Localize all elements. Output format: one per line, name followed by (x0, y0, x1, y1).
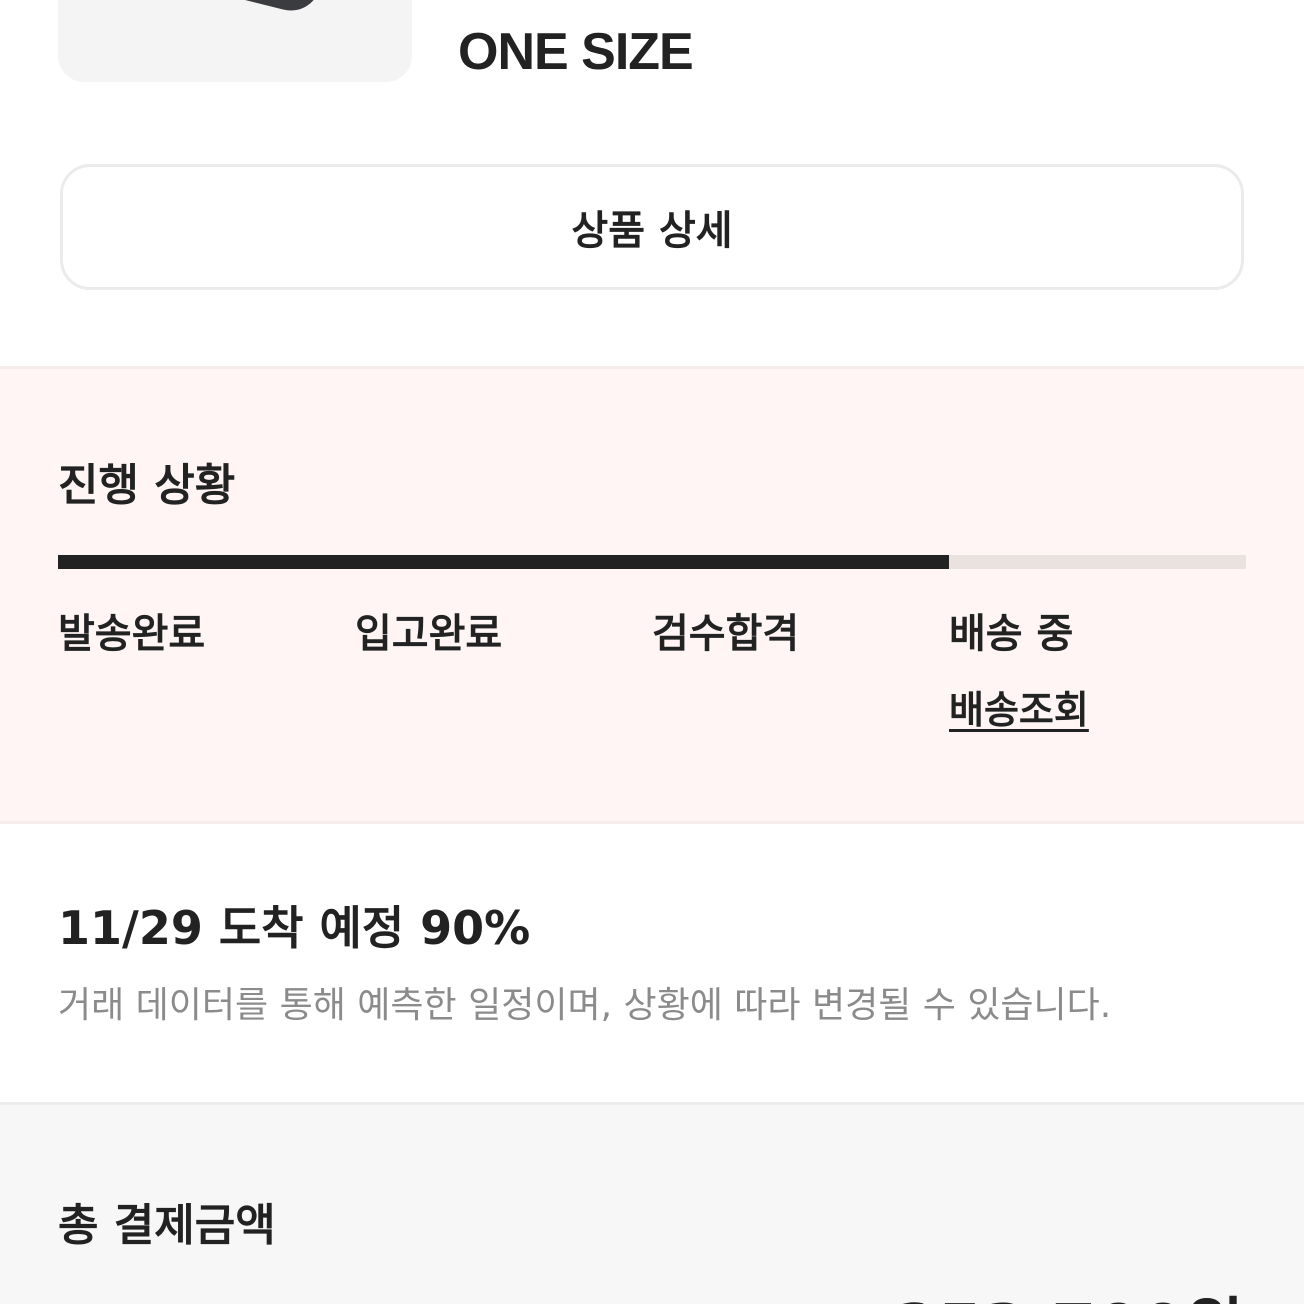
step-inspected: 검수합격 (652, 601, 799, 659)
step-label: 발송완료 (58, 611, 206, 657)
eta-headline: 11/29 도착 예정 90% (58, 901, 531, 955)
track-shipment-link[interactable]: 배송조회 (949, 679, 1089, 734)
product-image[interactable] (58, 0, 412, 82)
progress-bar-fill (58, 555, 949, 569)
step-received: 입고완료 (355, 601, 502, 659)
progress-title: 진행 상황 (58, 460, 236, 511)
progress-bar (58, 555, 1246, 569)
step-shipped: 발송완료 (58, 601, 205, 659)
progress-section: 진행 상황 발송완료 입고완료 검수합격 배송 중 배송조회 (0, 366, 1304, 824)
page: ONE SIZE 상품 상세 진행 상황 발송완료 입고완료 검수합격 배송 중… (0, 0, 1304, 1304)
payment-title: 총 결제금액 (58, 1200, 276, 1251)
step-delivering: 배송 중 배송조회 (949, 601, 1089, 734)
payment-section: 총 결제금액 253,700원 (0, 1102, 1304, 1304)
product-shoe-image (206, 0, 320, 17)
product-size: ONE SIZE (458, 23, 694, 81)
eta-note: 거래 데이터를 통해 예측한 일정이며, 상황에 따라 변경될 수 있습니다. (58, 985, 1112, 1026)
step-label: 검수합격 (652, 611, 800, 657)
progress-steps: 발송완료 입고완료 검수합격 배송 중 배송조회 (58, 601, 1246, 734)
payment-amount: 253,700원 (894, 1277, 1244, 1304)
step-label: 입고완료 (355, 611, 503, 657)
step-label: 배송 중 (949, 611, 1074, 657)
product-detail-button[interactable]: 상품 상세 (60, 164, 1244, 290)
